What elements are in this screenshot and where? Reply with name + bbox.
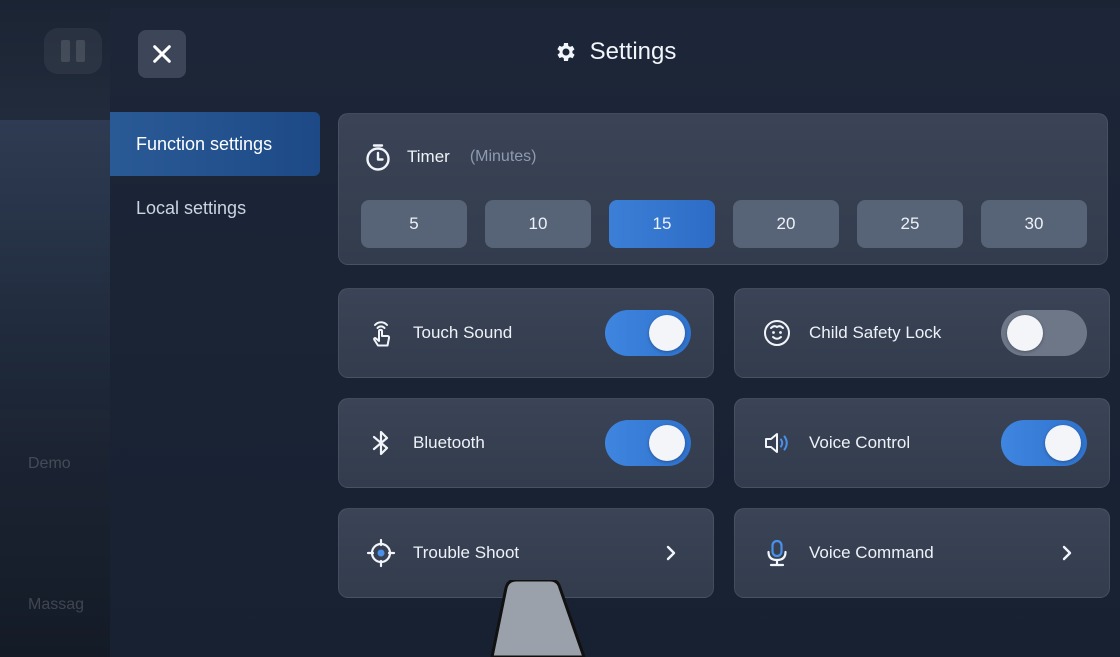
timer-options: 5 10 15 20 25 30: [361, 200, 1087, 248]
toggle-knob: [1007, 315, 1043, 351]
child-safety-lock-card: Child Safety Lock: [734, 288, 1110, 378]
toggle-knob: [649, 315, 685, 351]
title-text: Settings: [589, 38, 677, 65]
chevron-right-icon: [666, 545, 676, 561]
touch-icon: [365, 317, 397, 349]
bluetooth-toggle[interactable]: [605, 420, 691, 466]
speaker-icon: [761, 427, 793, 459]
child-face-icon: [761, 317, 793, 349]
touch-sound-toggle[interactable]: [605, 310, 691, 356]
timer-option-25[interactable]: 25: [857, 200, 963, 248]
timer-card: Timer (Minutes) 5 10 15 20 25 30: [338, 113, 1108, 265]
touch-sound-card: Touch Sound: [338, 288, 714, 378]
toggle-knob: [649, 425, 685, 461]
nav-item-local-settings[interactable]: Local settings: [110, 176, 320, 240]
page-title: Settings: [110, 38, 1120, 66]
crosshair-icon: [365, 537, 397, 569]
background-strip: [0, 120, 110, 410]
finger-pointer-icon: [490, 580, 586, 657]
timer-header: Timer (Minutes): [363, 142, 537, 172]
stopwatch-icon: [366, 144, 390, 171]
trouble-shoot-label: Trouble Shoot: [413, 543, 520, 562]
chevron-right-icon: [1062, 545, 1072, 561]
timer-title: Timer: [407, 147, 450, 166]
child-safety-lock-toggle[interactable]: [1001, 310, 1087, 356]
voice-control-label: Voice Control: [809, 433, 911, 452]
timer-unit: (Minutes): [469, 148, 537, 165]
settings-modal: Settings Function settings Local setting…: [110, 8, 1120, 657]
settings-nav: Function settings Local settings: [110, 112, 320, 240]
voice-command-card[interactable]: Voice Command: [734, 508, 1110, 598]
background-label-demo: Demo: [28, 455, 71, 472]
bluetooth-label: Bluetooth: [413, 433, 485, 452]
bluetooth-card: Bluetooth: [338, 398, 714, 488]
voice-control-card: Voice Control: [734, 398, 1110, 488]
timer-option-10[interactable]: 10: [485, 200, 591, 248]
toggle-knob: [1045, 425, 1081, 461]
child-safety-lock-label: Child Safety Lock: [809, 323, 942, 342]
bluetooth-icon: [365, 427, 397, 459]
touch-sound-label: Touch Sound: [413, 323, 513, 342]
voice-control-toggle[interactable]: [1001, 420, 1087, 466]
nav-item-function-settings[interactable]: Function settings: [110, 112, 320, 176]
pause-icon: [44, 28, 102, 74]
voice-command-label: Voice Command: [809, 543, 934, 562]
microphone-icon: [761, 537, 793, 569]
background-label-massage: Massag: [28, 596, 85, 613]
timer-option-5[interactable]: 5: [361, 200, 467, 248]
timer-option-30[interactable]: 30: [981, 200, 1087, 248]
timer-option-15[interactable]: 15: [609, 200, 715, 248]
gear-icon: [557, 43, 575, 61]
timer-option-20[interactable]: 20: [733, 200, 839, 248]
